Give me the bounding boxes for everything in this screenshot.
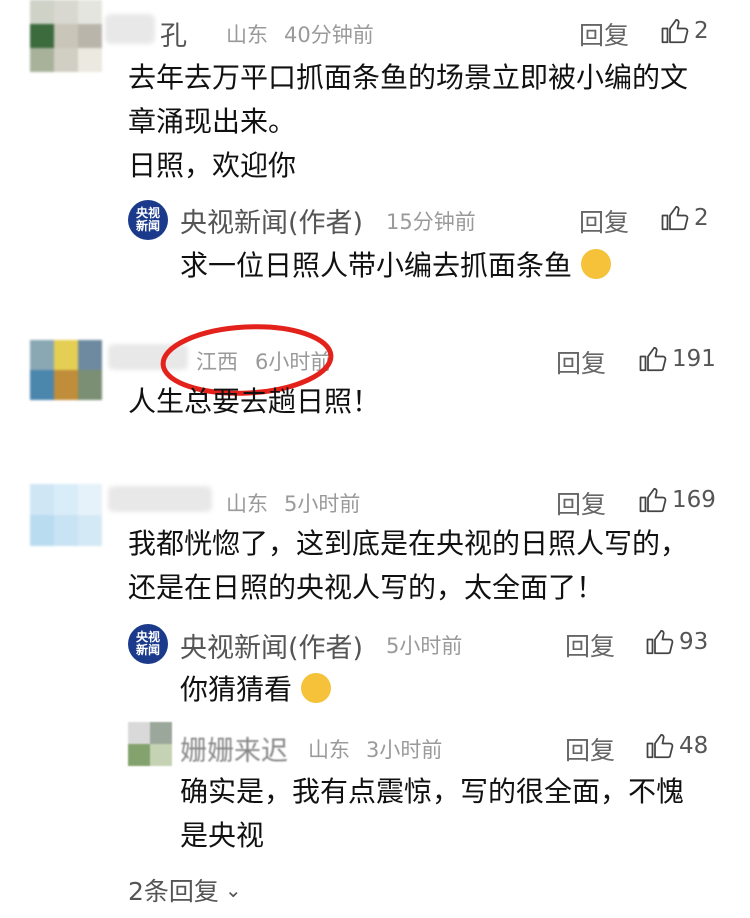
reply-text-line: 是央视	[180, 819, 265, 852]
comment-text-line: 还是在日照的央视人写的，太全面了！	[128, 571, 605, 604]
more-replies-label: 2条回复	[128, 877, 219, 906]
like-count: 2	[694, 205, 709, 231]
logo-text: 央视新闻	[135, 206, 160, 233]
thinking-emoji-icon	[580, 249, 611, 279]
reply-location: 山东	[308, 738, 350, 762]
comment-text-line: 章涌现出来。	[128, 105, 297, 138]
comment-location: 山东	[226, 492, 268, 516]
username-blurred	[108, 486, 212, 512]
comment-2: 江西 6小时前 回复 191 人生总要去趟日照！	[0, 324, 750, 450]
reply-time: 15分钟前	[386, 210, 476, 234]
reply-author-name[interactable]: 央视新闻(作者)	[180, 201, 363, 240]
reply-text-content: 求一位日照人带小编去抓面条鱼	[180, 249, 573, 282]
reply-button[interactable]: 回复	[579, 203, 629, 239]
more-replies-button[interactable]: 2条回复 ⌄	[128, 872, 242, 908]
thumbs-up-icon	[639, 487, 667, 513]
comment-text-line: 日照，欢迎你	[128, 149, 297, 182]
username[interactable]: 孔	[160, 14, 187, 53]
like-count: 93	[679, 629, 709, 655]
thumbs-up-icon	[646, 733, 674, 759]
reply-time: 5小时前	[386, 634, 463, 658]
reply-text-line: 确实是，我有点震惊，写的很全面，不愧	[180, 775, 685, 808]
comment-text-line: 我都恍惚了，这到底是在央视的日照人写的，	[128, 527, 689, 560]
thumbs-up-icon	[639, 346, 667, 372]
comment-text-line: 去年去万平口抓面条鱼的场景立即被小编的文	[128, 61, 689, 94]
like-button[interactable]: 169	[638, 485, 716, 515]
cctv-news-logo[interactable]: 央视新闻	[128, 200, 168, 240]
like-count: 191	[672, 346, 716, 372]
like-button[interactable]: 2	[660, 203, 709, 233]
like-button[interactable]: 48	[645, 731, 708, 761]
avatar[interactable]	[30, 0, 102, 72]
reply-button[interactable]: 回复	[565, 731, 615, 767]
reply-button[interactable]: 回复	[579, 16, 629, 52]
reply-button[interactable]: 回复	[556, 344, 606, 380]
reply-button[interactable]: 回复	[556, 485, 606, 521]
comment-text: 去年去万平口抓面条鱼的场景立即被小编的文 章涌现出来。 日照，欢迎你	[128, 56, 728, 188]
comment-time: 40分钟前	[284, 23, 374, 47]
avatar[interactable]	[128, 722, 172, 766]
like-button[interactable]: 191	[638, 344, 716, 374]
chevron-down-icon: ⌄	[224, 878, 242, 902]
like-count: 169	[672, 487, 716, 513]
reply-text-content: 你猜猜看	[180, 673, 293, 706]
comment-location: 山东	[226, 23, 268, 47]
reply-button[interactable]: 回复	[565, 627, 615, 663]
like-count: 2	[694, 18, 709, 44]
cctv-news-logo[interactable]: 央视新闻	[128, 624, 168, 664]
reply-author-name[interactable]: 央视新闻(作者)	[180, 626, 363, 665]
reply-text: 确实是，我有点震惊，写的很全面，不愧 是央视	[180, 770, 730, 858]
comment-text: 人生总要去趟日照！	[128, 385, 381, 418]
thumbs-up-icon	[646, 629, 674, 655]
like-button[interactable]: 93	[645, 627, 708, 657]
avatar[interactable]	[30, 484, 102, 546]
reply-time: 3小时前	[366, 738, 443, 762]
comment-time: 5小时前	[284, 492, 361, 516]
like-count: 48	[679, 733, 709, 759]
like-button[interactable]: 2	[660, 16, 709, 46]
username-blurred	[105, 14, 155, 44]
logo-text: 央视新闻	[135, 630, 160, 657]
thumbs-up-icon	[661, 18, 689, 44]
comment-3: 山东 5小时前 回复 169 我都恍惚了，这到底是在央视的日照人写的， 还是在日…	[0, 470, 750, 918]
wink-emoji-icon	[300, 673, 331, 703]
reply-author-name[interactable]: 姗姗来迟	[180, 729, 288, 768]
reply-text: 你猜猜看	[180, 668, 331, 712]
avatar[interactable]	[30, 340, 102, 400]
comment-1: 孔 山东 40分钟前 回复 2 去年去万平口抓面条鱼的场景立即被小编的文 章涌现…	[0, 0, 750, 310]
reply-text: 求一位日照人带小编去抓面条鱼	[180, 244, 611, 288]
thumbs-up-icon	[661, 205, 689, 231]
comment-text: 我都恍惚了，这到底是在央视的日照人写的， 还是在日照的央视人写的，太全面了！	[128, 522, 738, 610]
